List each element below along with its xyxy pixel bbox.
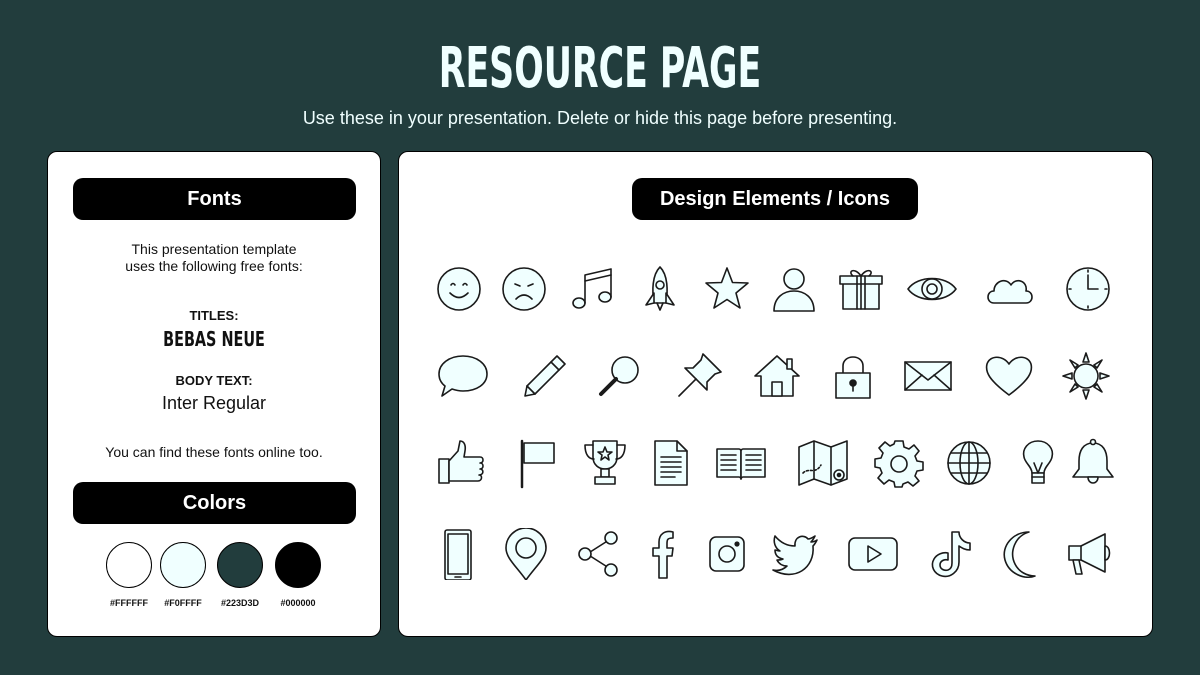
swatch-black — [275, 542, 321, 588]
heart-icon — [983, 350, 1035, 402]
open-book-icon — [715, 437, 767, 489]
trophy-icon — [579, 437, 631, 489]
youtube-icon — [847, 528, 899, 580]
sad-icon — [498, 263, 550, 315]
body-text-label: BODY TEXT: — [175, 373, 253, 388]
megaphone-icon — [1065, 528, 1117, 580]
star-icon — [701, 263, 753, 315]
pencil-icon — [519, 350, 571, 402]
location-pin-icon — [500, 528, 552, 580]
sun-icon — [1060, 350, 1112, 402]
bell-icon — [1067, 437, 1119, 489]
instagram-icon — [701, 528, 753, 580]
moon-icon — [997, 528, 1049, 580]
titles-label: TITLES: — [189, 308, 239, 323]
smile-icon — [433, 263, 485, 315]
fonts-intro-line1: This presentation template — [131, 241, 297, 257]
swatch-dark-green — [217, 542, 263, 588]
swatch-azure — [160, 542, 206, 588]
page-subtitle: Use these in your presentation. Delete o… — [302, 108, 898, 128]
twitter-icon — [769, 528, 821, 580]
swatch-white — [106, 542, 152, 588]
padlock-icon — [827, 350, 879, 402]
user-icon — [768, 263, 820, 315]
facebook-icon — [637, 528, 689, 580]
cloud-icon — [984, 263, 1036, 315]
fonts-intro: This presentation template uses the foll… — [48, 241, 380, 275]
eye-icon — [906, 263, 958, 315]
tiktok-icon — [924, 528, 976, 580]
gear-icon — [873, 437, 925, 489]
fonts-intro-line2: uses the following free fonts: — [125, 258, 303, 274]
envelope-icon — [902, 350, 954, 402]
fonts-colors-panel: Fonts This presentation template uses th… — [47, 151, 381, 637]
clock-icon — [1062, 263, 1114, 315]
icons-panel: Design Elements / Icons — [398, 151, 1153, 637]
titles-font-name: BEBAS NEUE — [163, 327, 265, 351]
page-title: RESOURCE PAGE — [438, 36, 762, 101]
flag-icon — [514, 437, 566, 489]
fonts-heading: Fonts — [73, 178, 356, 220]
magnifier-icon — [595, 350, 647, 402]
pushpin-icon — [673, 350, 725, 402]
icons-heading: Design Elements / Icons — [632, 178, 918, 220]
colors-heading: Colors — [73, 482, 356, 524]
body-font-name: Inter Regular — [161, 393, 267, 413]
music-note-icon — [567, 263, 619, 315]
thumbs-up-icon — [436, 437, 488, 489]
share-icon — [573, 528, 625, 580]
globe-icon — [943, 437, 995, 489]
rocket-icon — [634, 263, 686, 315]
house-icon — [751, 350, 803, 402]
speech-bubble-icon — [437, 350, 489, 402]
document-icon — [645, 437, 697, 489]
swatch-black-label: #000000 — [280, 598, 316, 608]
map-icon — [797, 437, 849, 489]
phone-icon — [432, 528, 484, 580]
fonts-note: You can find these fonts online too. — [105, 444, 323, 460]
gift-icon — [835, 263, 887, 315]
lightbulb-icon — [1012, 437, 1064, 489]
